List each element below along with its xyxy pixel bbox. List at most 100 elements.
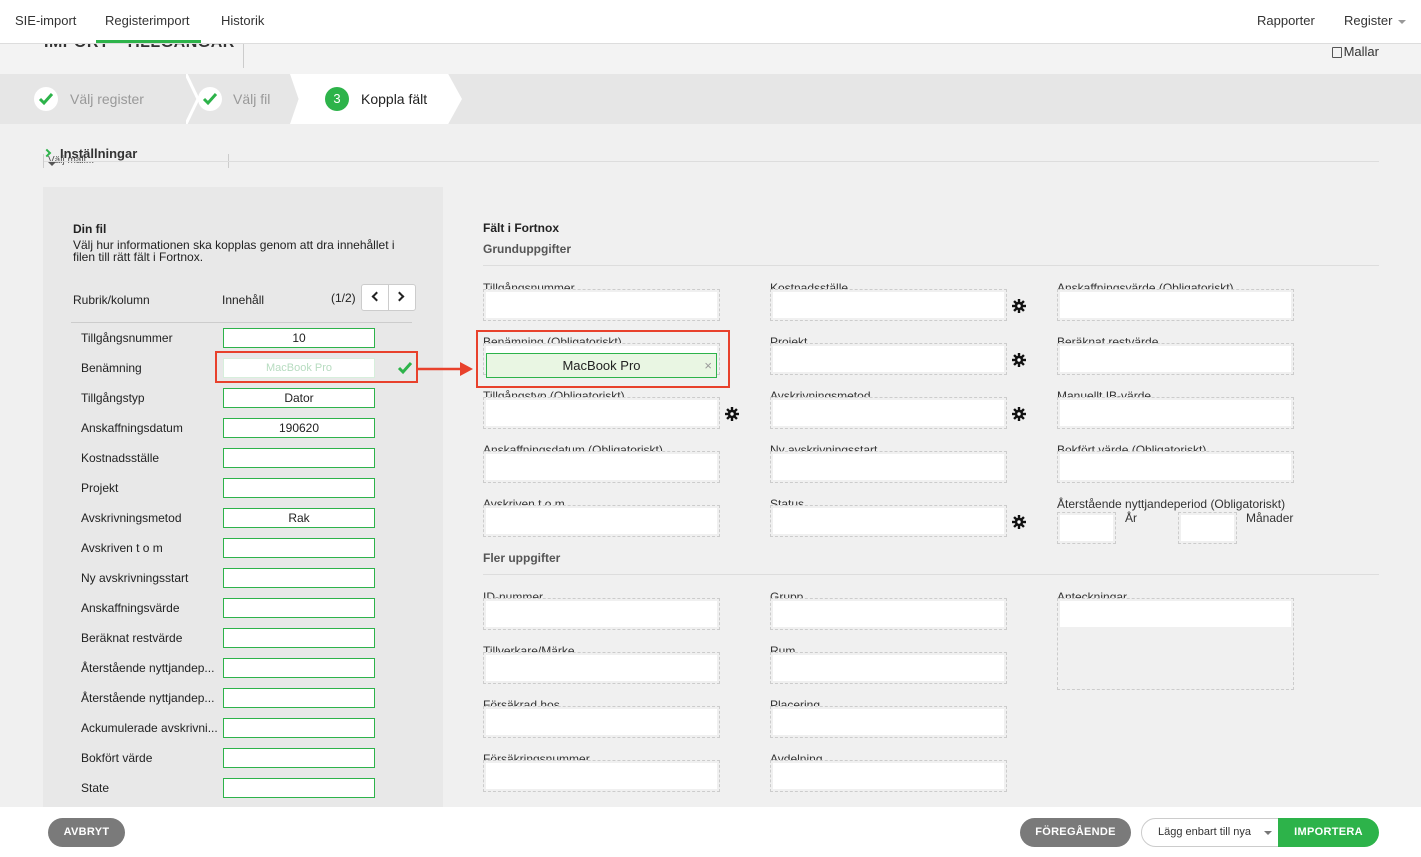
file-row: Beräknat restvärde [81, 628, 421, 648]
header-divider [243, 44, 244, 68]
file-row-value[interactable] [223, 658, 375, 678]
years-label: År [1125, 511, 1137, 525]
file-row-label: Avskrivningsmetod [81, 511, 182, 525]
nav-rapporter[interactable]: Rapporter [1257, 13, 1315, 28]
drop-field[interactable] [770, 397, 1007, 429]
nav-tab-registerimport[interactable]: Registerimport [105, 13, 190, 28]
file-row-value[interactable] [223, 778, 375, 798]
file-row-value[interactable]: 190620 [223, 418, 375, 438]
file-row-label: Beräknat restvärde [81, 631, 183, 645]
drop-field[interactable] [483, 451, 720, 483]
nav-tab-historik[interactable]: Historik [221, 13, 264, 28]
content-heading: Innehåll [222, 293, 265, 307]
gear-icon[interactable] [1012, 407, 1026, 424]
page-header: IMPORT - TILLGÅNGAR Mallar [0, 44, 1421, 74]
import-mode-select[interactable]: Lägg enbart till nya [1141, 818, 1279, 847]
next-page-button[interactable] [388, 285, 415, 310]
chevron-left-icon [371, 291, 382, 302]
drop-field[interactable] [483, 397, 720, 429]
file-row-value[interactable] [223, 448, 375, 468]
file-row: Ny avskrivningsstart [81, 568, 421, 588]
gear-icon[interactable] [1012, 353, 1026, 370]
templates-button[interactable]: Mallar [1331, 44, 1379, 59]
nav-tab-sie-import[interactable]: SIE-import [15, 13, 76, 28]
drop-field[interactable] [1057, 397, 1294, 429]
section-more: Fler uppgifter [483, 551, 561, 565]
file-row-label: Återstående nyttjandep... [81, 691, 215, 705]
step-label: Välj fil [233, 91, 271, 107]
drop-field[interactable] [1057, 289, 1294, 321]
settings-toggle[interactable]: Inställningar [42, 146, 138, 161]
file-row-label: Bokfört värde [81, 751, 153, 765]
drop-field[interactable] [483, 598, 720, 630]
file-row-value[interactable]: Rak [223, 508, 375, 528]
file-row: Anskaffningsvärde [81, 598, 421, 618]
footer: AVBRYT FÖREGÅENDE Lägg enbart till nya I… [0, 807, 1421, 857]
drop-field[interactable] [483, 289, 720, 321]
gear-icon[interactable] [1012, 299, 1026, 316]
check-icon [34, 87, 58, 111]
file-row-value[interactable] [223, 718, 375, 738]
step-label: Välj register [70, 91, 144, 107]
drop-field[interactable] [770, 343, 1007, 375]
file-row-value[interactable]: 10 [223, 328, 375, 348]
file-panel-description: Välj hur informationen ska kopplas genom… [73, 238, 395, 264]
drop-field[interactable] [770, 505, 1007, 537]
divider [71, 322, 412, 323]
page-title: IMPORT - TILLGÅNGAR [44, 44, 235, 52]
wizard-steps: Välj register Välj fil 3 Koppla fält [0, 74, 1421, 124]
drop-field[interactable] [1057, 598, 1294, 690]
file-panel: Din fil Välj hur informationen ska koppl… [43, 187, 443, 807]
drop-field[interactable] [1057, 451, 1294, 483]
file-row-value[interactable] [223, 628, 375, 648]
file-row-label: Tillgångsnummer [81, 331, 173, 345]
file-row: Anskaffningsdatum 190620 [81, 418, 421, 438]
drop-field[interactable] [483, 652, 720, 684]
file-row-label: Ackumulerade avskrivni... [81, 721, 217, 735]
highlight-box-source [215, 351, 418, 383]
drop-field[interactable] [483, 760, 720, 792]
file-row-value[interactable] [223, 748, 375, 768]
highlight-box-target [476, 330, 730, 388]
drop-field-years[interactable] [1057, 512, 1116, 544]
drop-field[interactable] [1057, 343, 1294, 375]
drop-field[interactable] [770, 451, 1007, 483]
drop-field[interactable] [770, 706, 1007, 738]
import-mode-value: Lägg enbart till nya [1158, 826, 1251, 838]
file-row-value[interactable] [223, 688, 375, 708]
import-button[interactable]: IMPORTERA [1278, 818, 1379, 847]
file-row-value[interactable]: Dator [223, 388, 375, 408]
divider [483, 265, 1379, 266]
drop-field-months[interactable] [1178, 512, 1237, 544]
drop-field[interactable] [770, 760, 1007, 792]
file-row: Återstående nyttjandep... [81, 658, 421, 678]
file-row: Avskriven t o m [81, 538, 421, 558]
fortnox-field-label: Återstående nyttjandeperiod (Obligatoris… [1057, 497, 1286, 511]
file-row: Ackumulerade avskrivni... [81, 718, 421, 738]
drop-field[interactable] [770, 598, 1007, 630]
check-icon [198, 87, 222, 111]
file-row-value[interactable] [223, 538, 375, 558]
prev-page-button[interactable] [362, 285, 389, 310]
column-heading: Rubrik/kolumn [73, 293, 150, 307]
file-row-label: State [81, 781, 110, 795]
step-label: Koppla fält [361, 91, 428, 107]
file-row-value[interactable] [223, 478, 375, 498]
drop-field[interactable] [483, 505, 720, 537]
file-row-value[interactable] [223, 598, 375, 618]
drop-field[interactable] [483, 706, 720, 738]
file-row-label: Kostnadsställe [81, 451, 160, 465]
file-row: Projekt [81, 478, 421, 498]
previous-button[interactable]: FÖREGÅENDE [1020, 818, 1131, 847]
file-panel-title: Din fil [73, 222, 107, 236]
settings-label: Inställningar [60, 146, 138, 161]
cancel-button[interactable]: AVBRYT [48, 818, 125, 847]
file-row-value[interactable] [223, 568, 375, 588]
drop-field[interactable] [770, 289, 1007, 321]
gear-icon[interactable] [1012, 515, 1026, 532]
nav-register-menu[interactable]: Register [1344, 13, 1407, 28]
gear-icon[interactable] [725, 407, 739, 424]
chevron-down-icon [48, 162, 56, 166]
file-row: Avskrivningsmetod Rak [81, 508, 421, 528]
drop-field[interactable] [770, 652, 1007, 684]
